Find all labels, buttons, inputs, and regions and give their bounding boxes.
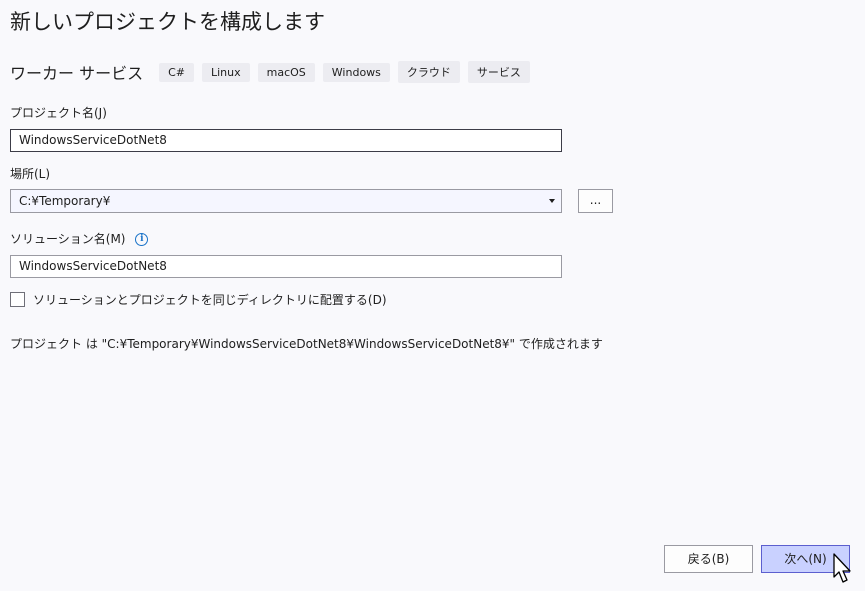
tag-linux: Linux: [202, 62, 250, 82]
chevron-down-icon[interactable]: [549, 199, 555, 203]
project-name-input[interactable]: WindowsServiceDotNet8: [10, 129, 562, 152]
solution-name-input[interactable]: WindowsServiceDotNet8: [10, 255, 562, 278]
template-header: ワーカー サービス C# Linux macOS Windows クラウド サー…: [10, 60, 538, 84]
location-combobox[interactable]: C:¥Temporary¥: [10, 189, 562, 213]
tag-windows: Windows: [322, 62, 390, 82]
same-directory-option[interactable]: ソリューションとプロジェクトを同じディレクトリに配置する(D): [10, 291, 387, 308]
back-button[interactable]: 戻る(B): [664, 545, 753, 573]
project-name-label: プロジェクト名(J): [10, 106, 107, 120]
page-title: 新しいプロジェクトを構成します: [10, 10, 325, 34]
same-directory-label: ソリューションとプロジェクトを同じディレクトリに配置する(D): [33, 293, 387, 307]
template-name: ワーカー サービス: [10, 64, 144, 83]
tag-csharp: C#: [159, 62, 194, 82]
solution-name-label-row: ソリューション名(M) i: [10, 230, 149, 247]
project-path-summary: プロジェクト は "C:¥Temporary¥WindowsServiceDot…: [10, 337, 603, 351]
location-value: C:¥Temporary¥: [19, 194, 111, 208]
configure-project-dialog: 新しいプロジェクトを構成します ワーカー サービス C# Linux macOS…: [0, 0, 865, 591]
mouse-pointer-icon: [833, 553, 851, 583]
info-icon[interactable]: i: [135, 233, 149, 246]
same-directory-checkbox[interactable]: [10, 292, 25, 307]
solution-name-label: ソリューション名(M): [10, 232, 126, 246]
tag-macos: macOS: [257, 62, 315, 82]
browse-button[interactable]: ...: [578, 189, 613, 213]
location-label: 場所(L): [10, 167, 51, 181]
tag-service: サービス: [467, 61, 530, 83]
tag-cloud: クラウド: [397, 61, 460, 83]
